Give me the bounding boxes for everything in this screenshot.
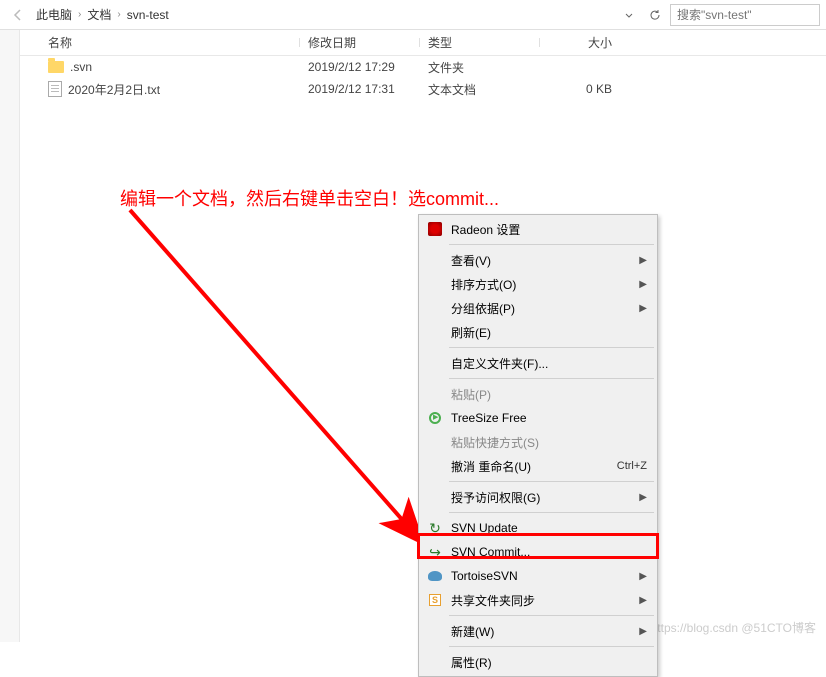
menu-undo[interactable]: 撤消 重命名(U)Ctrl+Z bbox=[421, 454, 655, 478]
menu-svn-update[interactable]: ↻SVN Update bbox=[421, 516, 655, 540]
file-type: 文件夹 bbox=[420, 59, 540, 76]
breadcrumb-folder2[interactable]: svn-test bbox=[127, 8, 169, 22]
chevron-right-icon: ▶ bbox=[639, 303, 647, 314]
column-date[interactable]: 修改日期 bbox=[300, 34, 420, 51]
chevron-right-icon: ▶ bbox=[639, 492, 647, 503]
back-button[interactable] bbox=[6, 3, 30, 27]
menu-paste: 粘贴(P) bbox=[421, 382, 655, 406]
chevron-right-icon: ▶ bbox=[639, 255, 647, 266]
file-date: 2019/2/12 17:31 bbox=[300, 82, 420, 96]
watermark: https://blog.csdn @51CTO博客 bbox=[651, 619, 816, 636]
refresh-icon[interactable] bbox=[644, 4, 666, 26]
text-file-icon bbox=[48, 81, 62, 97]
context-menu: Radeon 设置 查看(V)▶ 排序方式(O)▶ 分组依据(P)▶ 刷新(E)… bbox=[418, 214, 658, 677]
menu-separator bbox=[449, 646, 654, 647]
sync-icon: S bbox=[429, 594, 441, 606]
menu-paste-shortcut: 粘贴快捷方式(S) bbox=[421, 430, 655, 454]
menu-group[interactable]: 分组依据(P)▶ bbox=[421, 296, 655, 320]
radeon-icon bbox=[428, 222, 442, 236]
file-date: 2019/2/12 17:29 bbox=[300, 60, 420, 74]
menu-customize[interactable]: 自定义文件夹(F)... bbox=[421, 351, 655, 375]
menu-tortoisesvn[interactable]: TortoiseSVN▶ bbox=[421, 564, 655, 588]
chevron-right-icon: › bbox=[117, 9, 120, 20]
file-list[interactable]: 名称 修改日期 类型 大小 .svn 2019/2/12 17:29 文件夹 2… bbox=[20, 30, 826, 642]
svn-update-icon: ↻ bbox=[427, 520, 443, 536]
breadcrumb[interactable]: 此电脑 › 文档 › svn-test bbox=[30, 6, 618, 23]
menu-separator bbox=[449, 347, 654, 348]
file-name: 2020年2月2日.txt bbox=[68, 81, 160, 98]
menu-properties[interactable]: 属性(R) bbox=[421, 650, 655, 674]
chevron-right-icon: › bbox=[78, 9, 81, 20]
breadcrumb-root[interactable]: 此电脑 bbox=[36, 6, 72, 23]
menu-treesize[interactable]: TreeSize Free bbox=[421, 406, 655, 430]
file-size: 0 KB bbox=[540, 82, 620, 96]
file-row[interactable]: .svn 2019/2/12 17:29 文件夹 bbox=[20, 56, 826, 78]
menu-sync[interactable]: S共享文件夹同步▶ bbox=[421, 588, 655, 612]
file-name: .svn bbox=[70, 60, 92, 74]
menu-separator bbox=[449, 512, 654, 513]
folder-icon bbox=[48, 61, 64, 73]
menu-separator bbox=[449, 481, 654, 482]
file-row[interactable]: 2020年2月2日.txt 2019/2/12 17:31 文本文档 0 KB bbox=[20, 78, 826, 100]
sidebar bbox=[0, 30, 20, 642]
search-input[interactable] bbox=[670, 4, 820, 26]
chevron-right-icon: ▶ bbox=[639, 626, 647, 637]
chevron-right-icon: ▶ bbox=[639, 571, 647, 582]
menu-sort[interactable]: 排序方式(O)▶ bbox=[421, 272, 655, 296]
chevron-right-icon: ▶ bbox=[639, 279, 647, 290]
annotation-arrow bbox=[120, 200, 440, 560]
menu-separator bbox=[449, 378, 654, 379]
shortcut-label: Ctrl+Z bbox=[617, 460, 647, 472]
menu-separator bbox=[449, 615, 654, 616]
menu-separator bbox=[449, 244, 654, 245]
dropdown-icon[interactable] bbox=[618, 4, 640, 26]
menu-svn-commit[interactable]: ↩SVN Commit... bbox=[421, 540, 655, 564]
menu-radeon[interactable]: Radeon 设置 bbox=[421, 217, 655, 241]
column-name[interactable]: 名称 bbox=[40, 34, 300, 51]
menu-view[interactable]: 查看(V)▶ bbox=[421, 248, 655, 272]
column-type[interactable]: 类型 bbox=[420, 34, 540, 51]
chevron-right-icon: ▶ bbox=[639, 595, 647, 606]
menu-new[interactable]: 新建(W)▶ bbox=[421, 619, 655, 643]
menu-grant-access[interactable]: 授予访问权限(G)▶ bbox=[421, 485, 655, 509]
file-type: 文本文档 bbox=[420, 81, 540, 98]
treesize-icon bbox=[429, 412, 441, 424]
column-headers: 名称 修改日期 类型 大小 bbox=[20, 30, 826, 56]
address-bar: 此电脑 › 文档 › svn-test bbox=[0, 0, 826, 30]
column-size[interactable]: 大小 bbox=[540, 34, 620, 51]
menu-refresh[interactable]: 刷新(E) bbox=[421, 320, 655, 344]
svn-commit-icon: ↩ bbox=[427, 544, 443, 560]
breadcrumb-folder1[interactable]: 文档 bbox=[87, 6, 111, 23]
tortoise-icon bbox=[428, 571, 442, 581]
annotation-text: 编辑一个文档，然后右键单击空白！选commit... bbox=[120, 185, 499, 211]
